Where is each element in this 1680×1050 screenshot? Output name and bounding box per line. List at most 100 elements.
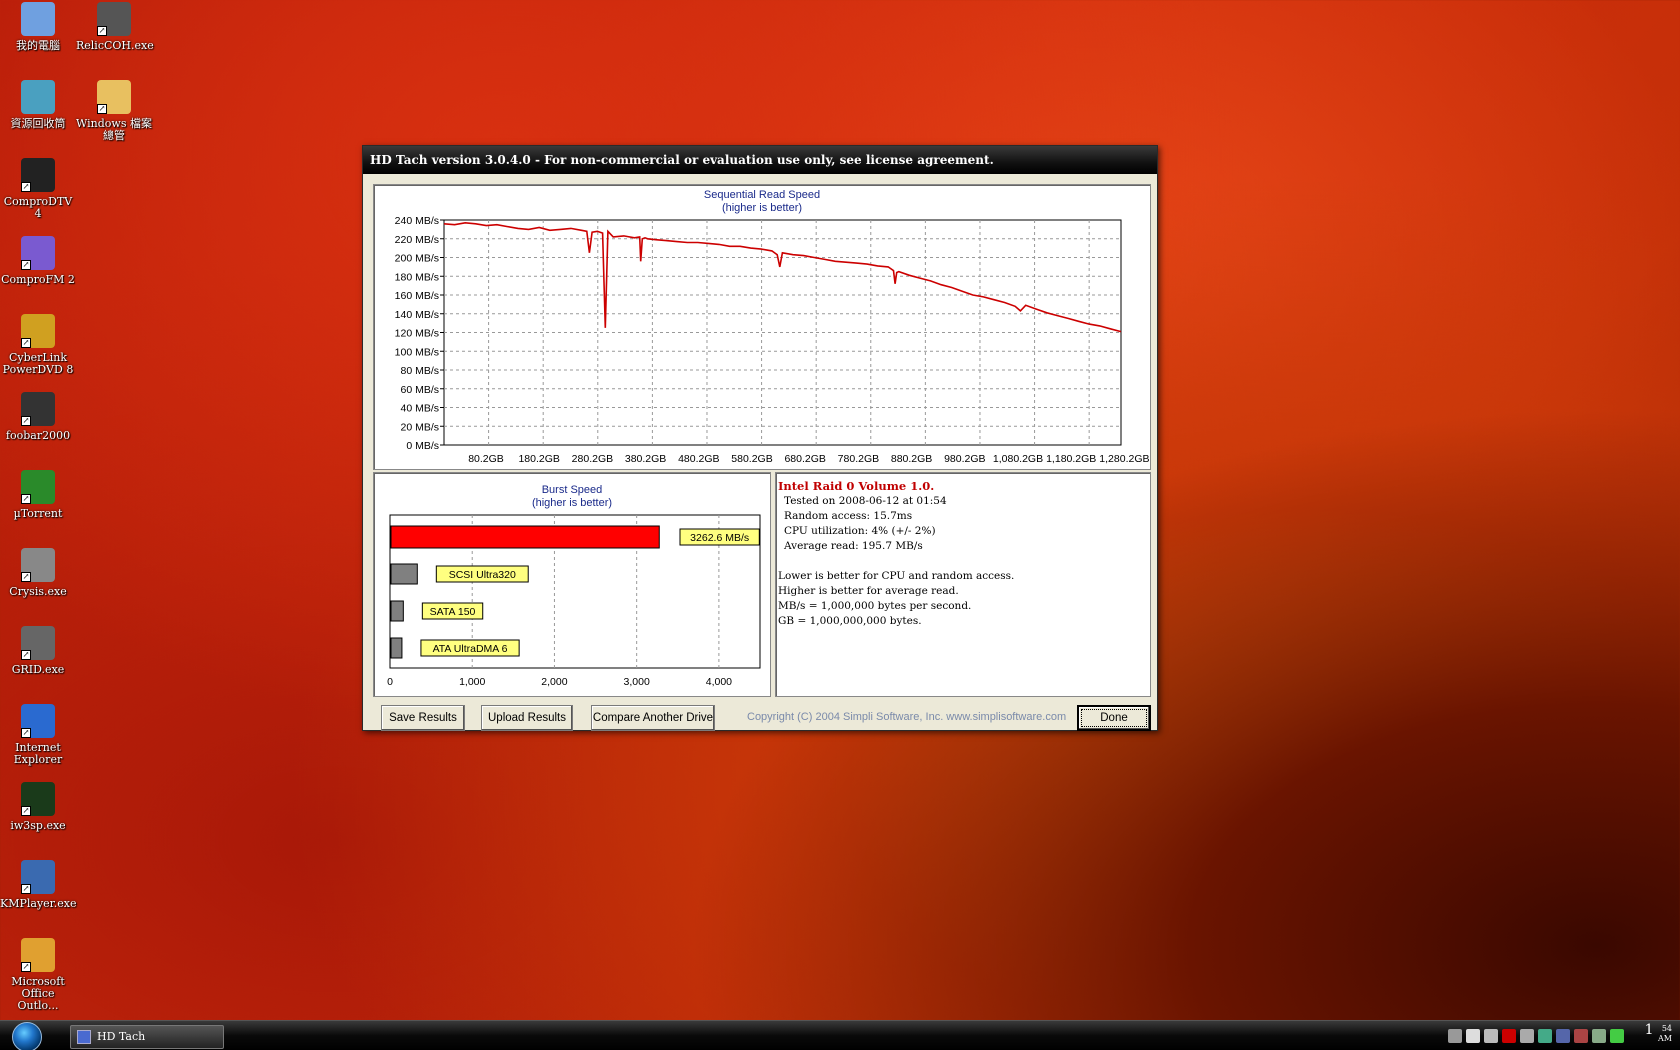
x-tick-label: 480.2GB bbox=[678, 453, 719, 465]
desktop-icon[interactable]: ↗ Microsoft Office Outlo... bbox=[0, 938, 76, 1012]
taskbar: HD Tach 1 54 AM bbox=[0, 1020, 1680, 1050]
shortcut-arrow-icon: ↗ bbox=[21, 260, 31, 270]
tested-date: Tested on 2008-06-12 at 01:54 bbox=[784, 495, 947, 507]
desktop-icon-label: Internet Explorer bbox=[13, 741, 63, 766]
shortcut-arrow-icon: ↗ bbox=[21, 806, 31, 816]
x-tick-label: 680.2GB bbox=[784, 453, 825, 465]
update-icon[interactable] bbox=[1610, 1029, 1624, 1043]
chevron-left-icon[interactable] bbox=[1520, 1029, 1534, 1043]
burst-bar bbox=[390, 563, 418, 585]
desktop-icon-label: Windows 檔案總管 bbox=[76, 117, 152, 142]
shortcut-arrow-icon: ↗ bbox=[21, 962, 31, 972]
desktop-icon-label: foobar2000 bbox=[5, 429, 71, 442]
keyboard-icon[interactable] bbox=[1448, 1029, 1462, 1043]
compare-another-drive-button[interactable]: Compare Another Drive bbox=[591, 705, 715, 731]
clock-hour: 1 bbox=[1644, 1022, 1654, 1038]
cod4-icon: ↗ bbox=[21, 782, 55, 816]
y-tick-label: 80 MB/s bbox=[400, 365, 439, 377]
pen-icon[interactable] bbox=[1484, 1029, 1498, 1043]
shortcut-arrow-icon: ↗ bbox=[97, 26, 107, 36]
desktop-icon[interactable]: ↗ foobar2000 bbox=[0, 392, 76, 442]
x-tick-label: 380.2GB bbox=[625, 453, 666, 465]
y-tick-label: 40 MB/s bbox=[400, 403, 439, 415]
desktop-icon-label: CyberLink PowerDVD 8 bbox=[2, 351, 74, 376]
shortcut-arrow-icon: ↗ bbox=[21, 572, 31, 582]
desktop-icon[interactable]: ↗ RelicCOH.exe bbox=[76, 2, 154, 52]
desktop-icon[interactable]: ↗ µTorrent bbox=[0, 470, 76, 520]
save-results-button[interactable]: Save Results bbox=[381, 705, 465, 731]
desktop-icon[interactable]: ↗ CyberLink PowerDVD 8 bbox=[0, 314, 76, 376]
desktop-icon[interactable]: ↗ Crysis.exe bbox=[0, 548, 76, 598]
random-access: Random access: 15.7ms bbox=[784, 510, 913, 522]
ie-icon: ↗ bbox=[21, 704, 55, 738]
x-tick-label: 980.2GB bbox=[944, 453, 985, 465]
shortcut-arrow-icon: ↗ bbox=[21, 182, 31, 192]
taskbar-item-hdtach[interactable]: HD Tach bbox=[70, 1025, 224, 1049]
window-body: Sequential Read Speed (higher is better)… bbox=[367, 178, 1153, 731]
burst-bar bbox=[390, 600, 404, 622]
comprodtv-icon: ↗ bbox=[21, 158, 55, 192]
average-read: Average read: 195.7 MB/s bbox=[784, 540, 923, 552]
y-tick-label: 140 MB/s bbox=[395, 309, 439, 321]
done-label: Done bbox=[1081, 709, 1147, 727]
desktop-icon-label: ComproFM 2 bbox=[1, 273, 75, 286]
desktop-icon-label: GRID.exe bbox=[11, 663, 65, 676]
desktop-icon[interactable]: 資源回收筒 bbox=[0, 80, 76, 130]
shortcut-arrow-icon: ↗ bbox=[21, 338, 31, 348]
done-button[interactable]: Done bbox=[1077, 705, 1151, 731]
y-tick-label: 240 MB/s bbox=[395, 215, 439, 227]
desktop-icon[interactable]: ↗ ComproDTV 4 bbox=[0, 158, 76, 220]
recycle-bin-icon bbox=[21, 80, 55, 114]
desktop-icon[interactable]: ↗ GRID.exe bbox=[0, 626, 76, 676]
burst-x-tick-label: 3,000 bbox=[624, 676, 650, 688]
y-tick-label: 220 MB/s bbox=[395, 234, 439, 246]
desktop-icon[interactable]: ↗ ComproFM 2 bbox=[0, 236, 76, 286]
network-icon[interactable] bbox=[1556, 1029, 1570, 1043]
help-icon[interactable] bbox=[1466, 1029, 1480, 1043]
x-tick-label: 880.2GB bbox=[891, 453, 932, 465]
burst-bar bbox=[390, 525, 660, 549]
desktop-icon[interactable]: 我的電腦 bbox=[0, 2, 76, 52]
shortcut-arrow-icon: ↗ bbox=[21, 416, 31, 426]
system-tray bbox=[1448, 1029, 1624, 1045]
utorrent-icon: ↗ bbox=[21, 470, 55, 504]
desktop-icon-label: RelicCOH.exe bbox=[76, 39, 154, 52]
start-button[interactable] bbox=[12, 1022, 42, 1050]
x-tick-label: 780.2GB bbox=[838, 453, 879, 465]
sequential-read-chart: 0 MB/s 20 MB/s 40 MB/s 60 MB/s 80 MB/s 100 MB… bbox=[395, 215, 1150, 465]
tray-app-icon[interactable] bbox=[1502, 1029, 1516, 1043]
desktop-icon-label: µTorrent bbox=[13, 507, 63, 520]
upload-results-button[interactable]: Upload Results bbox=[481, 705, 573, 731]
burst-speed-panel: Burst Speed (higher is better) 0 1,000 2,0… bbox=[373, 472, 771, 697]
clock[interactable]: 1 54 AM bbox=[1628, 1023, 1672, 1043]
shortcut-arrow-icon: ↗ bbox=[21, 650, 31, 660]
note-higher-better: Higher is better for average read. bbox=[778, 585, 959, 597]
hdtach-window: HD Tach version 3.0.4.0 - For non-commer… bbox=[362, 145, 1158, 731]
clock-ampm: AM bbox=[1658, 1034, 1672, 1043]
window-title[interactable]: HD Tach version 3.0.4.0 - For non-commer… bbox=[363, 146, 1157, 174]
powerdvd-icon: ↗ bbox=[21, 314, 55, 348]
speaker-icon[interactable] bbox=[1574, 1029, 1588, 1043]
x-tick-label: 1,080.2GB bbox=[993, 453, 1043, 465]
drive-name: Intel Raid 0 Volume 1.0. bbox=[778, 479, 935, 493]
user-icon[interactable] bbox=[1538, 1029, 1552, 1043]
desktop-icon[interactable]: ↗ Internet Explorer bbox=[0, 704, 76, 766]
shortcut-arrow-icon: ↗ bbox=[21, 728, 31, 738]
foobar-icon: ↗ bbox=[21, 392, 55, 426]
desktop-icon[interactable]: ↗ iw3sp.exe bbox=[0, 782, 76, 832]
y-tick-label: 20 MB/s bbox=[400, 421, 439, 433]
shortcut-arrow-icon: ↗ bbox=[21, 884, 31, 894]
note-lower-better: Lower is better for CPU and random acces… bbox=[778, 570, 1015, 582]
note-mbs-definition: MB/s = 1,000,000 bytes per second. bbox=[778, 600, 972, 612]
y-tick-label: 200 MB/s bbox=[395, 253, 439, 265]
cpu-utilization: CPU utilization: 4% (+/- 2%) bbox=[784, 525, 936, 537]
shortcut-arrow-icon: ↗ bbox=[97, 104, 107, 114]
desktop-icon[interactable]: ↗ KMPlayer.exe bbox=[0, 860, 76, 910]
copyright-text: Copyright (C) 2004 Simpli Software, Inc.… bbox=[747, 711, 1067, 723]
burst-bar-label: SATA 150 bbox=[430, 606, 476, 618]
grid-icon: ↗ bbox=[21, 626, 55, 660]
my-computer-icon bbox=[21, 2, 55, 36]
desktop-icon-label: iw3sp.exe bbox=[10, 819, 66, 832]
desktop-icon[interactable]: ↗ Windows 檔案總管 bbox=[76, 80, 152, 142]
display-icon[interactable] bbox=[1592, 1029, 1606, 1043]
